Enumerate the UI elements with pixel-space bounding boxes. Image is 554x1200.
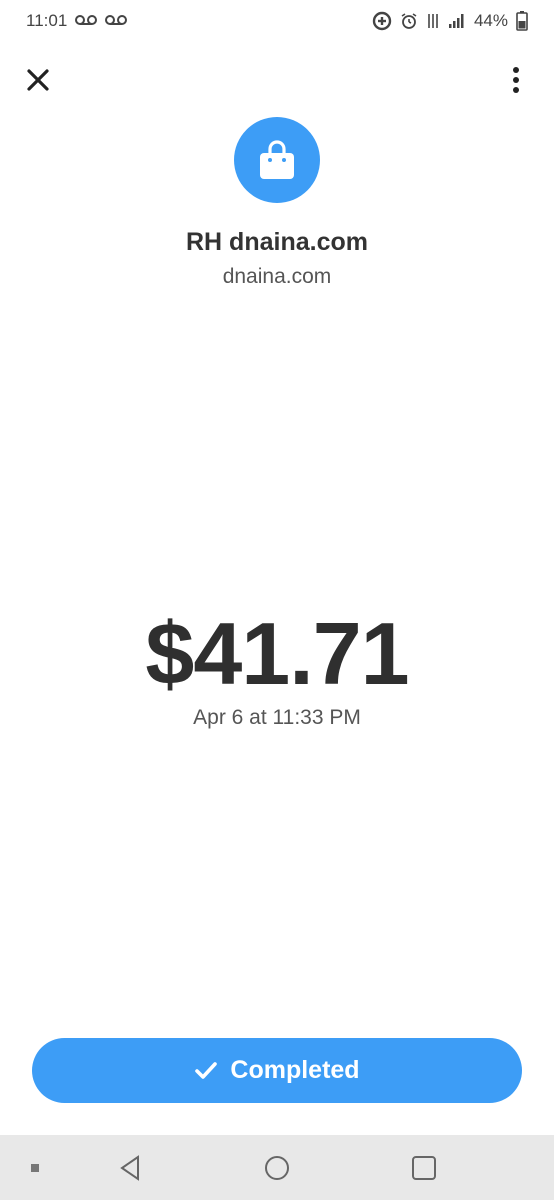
recent-apps-indicator[interactable] (18, 1135, 52, 1200)
back-button[interactable] (110, 1135, 150, 1200)
status-bar: 11:01 44% (0, 0, 554, 42)
back-icon (120, 1154, 139, 1181)
clock: 11:01 (26, 11, 68, 30)
merchant-name[interactable]: RH dnaina.com (0, 228, 554, 257)
overview-button[interactable] (404, 1135, 444, 1200)
merchant-domain: dnaina.com (222, 265, 332, 288)
close-button[interactable] (22, 64, 54, 96)
data-saver-icon (372, 11, 392, 31)
merchant-avatar (234, 117, 320, 203)
more-options-button[interactable] (506, 64, 526, 96)
transaction-date: Apr 6 at 11:33 PM (193, 706, 361, 729)
status-left: 11:01 (26, 11, 128, 31)
transaction-amount: $41.71 (145, 604, 409, 703)
check-icon (195, 1061, 218, 1079)
voicemail-icon (75, 11, 98, 31)
battery-level: 44% (473, 11, 508, 30)
close-icon (27, 69, 49, 91)
completed-status-button[interactable]: Completed (32, 1038, 522, 1103)
shopping-bag-icon (260, 140, 294, 179)
signal-icon (448, 13, 466, 29)
home-button[interactable] (257, 1135, 297, 1200)
battery-icon (516, 11, 528, 31)
wifi-calling-icon (426, 12, 440, 30)
home-icon (265, 1155, 289, 1180)
navigation-bar (0, 1135, 554, 1200)
status-right: 44% (372, 11, 528, 31)
alarm-icon (400, 12, 418, 30)
voicemail-icon (105, 11, 128, 31)
overview-icon (412, 1155, 436, 1180)
more-vertical-icon (513, 67, 519, 93)
top-bar (0, 58, 554, 102)
completed-label: Completed (230, 1056, 360, 1084)
